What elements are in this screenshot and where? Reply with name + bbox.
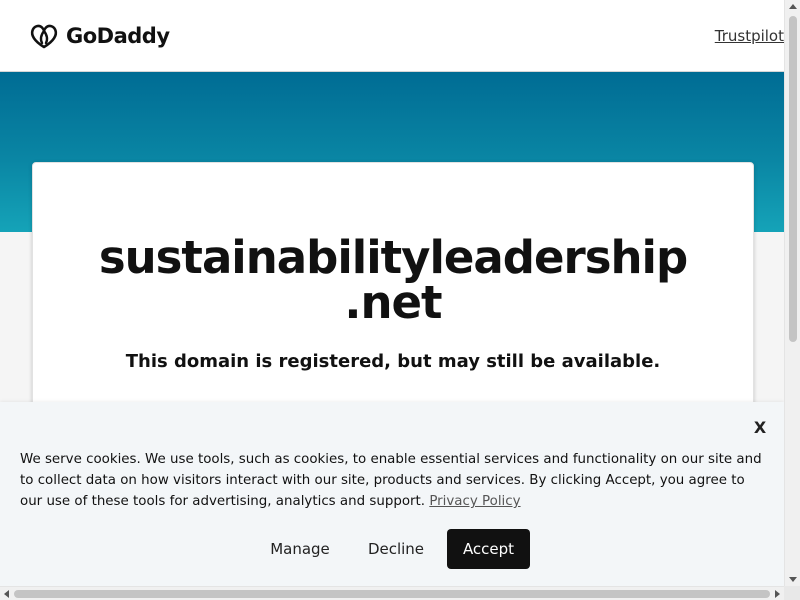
cookie-message: We serve cookies. We use tools, such as … (20, 449, 770, 512)
cookie-close-button[interactable]: X (752, 418, 768, 438)
horizontal-scrollbar[interactable] (0, 586, 784, 600)
cookie-message-text: We serve cookies. We use tools, such as … (20, 452, 762, 509)
cookie-actions: Manage Decline Accept (0, 529, 784, 569)
scroll-up-arrow-icon[interactable] (785, 0, 800, 14)
domain-name-line1: sustainabilityleadership (98, 231, 688, 284)
decline-button[interactable]: Decline (356, 529, 436, 569)
domain-card: sustainabilityleadership .net This domai… (32, 162, 754, 422)
domain-name: sustainabilityleadership .net (33, 235, 753, 325)
cookie-banner: X We serve cookies. We use tools, such a… (0, 402, 784, 586)
site-header: GoDaddy Trustpilot (0, 0, 784, 72)
scrollbar-corner (784, 586, 800, 600)
trustpilot-link[interactable]: Trustpilot (715, 27, 784, 45)
godaddy-heart-icon (30, 24, 58, 49)
scroll-right-arrow-icon[interactable] (770, 587, 784, 600)
godaddy-logo[interactable]: GoDaddy (28, 20, 170, 52)
logo-text: GoDaddy (66, 24, 170, 48)
accept-button[interactable]: Accept (447, 529, 530, 569)
scroll-left-arrow-icon[interactable] (0, 587, 14, 600)
horizontal-scroll-thumb[interactable] (14, 590, 770, 598)
domain-name-line2: .net (344, 276, 442, 329)
vertical-scroll-thumb[interactable] (789, 16, 797, 342)
privacy-policy-link[interactable]: Privacy Policy (429, 494, 520, 509)
manage-button[interactable]: Manage (258, 529, 342, 569)
vertical-scrollbar[interactable] (784, 0, 800, 586)
domain-status-text: This domain is registered, but may still… (125, 351, 661, 372)
scroll-down-arrow-icon[interactable] (785, 572, 800, 586)
